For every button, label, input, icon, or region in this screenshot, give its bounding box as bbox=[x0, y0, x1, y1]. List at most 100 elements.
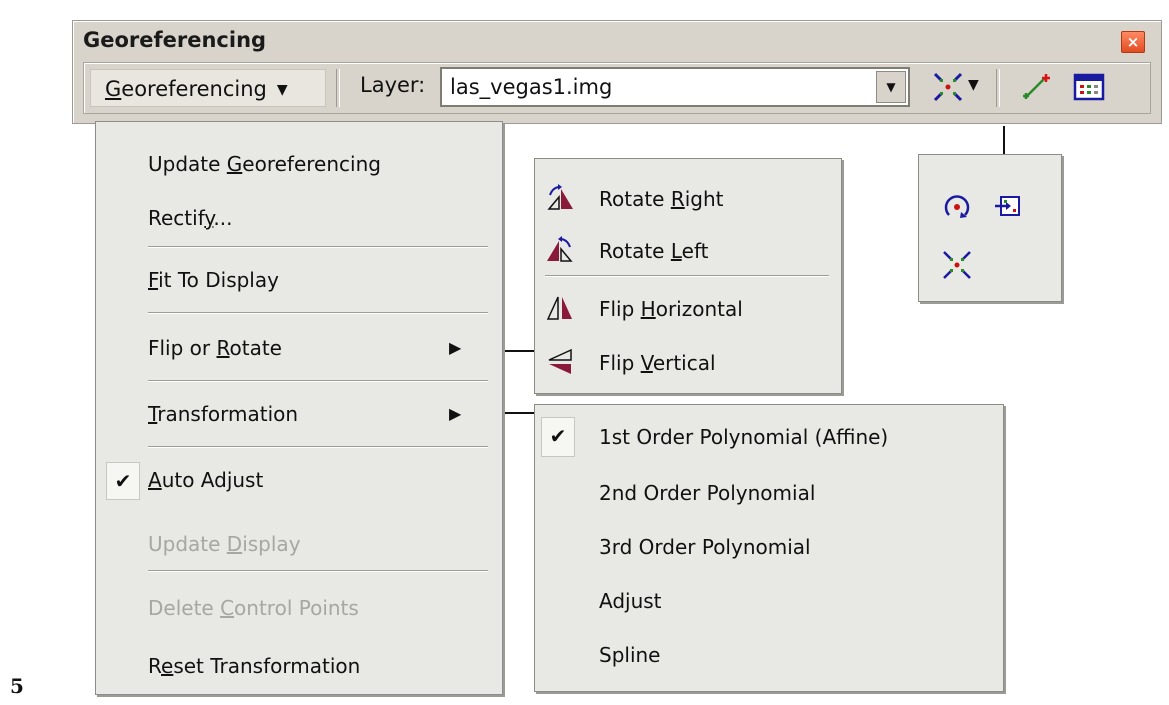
label-part: orizontal bbox=[655, 297, 743, 321]
label-part: Rotate bbox=[599, 239, 671, 263]
label-mnemonic: F bbox=[148, 268, 159, 292]
menu-item-2nd-order-polynomial[interactable]: 2nd Order Polynomial bbox=[535, 467, 1003, 519]
chevron-down-icon: ▼ bbox=[276, 82, 288, 98]
menu-item-label: Fit To Display bbox=[148, 268, 279, 292]
menu-item-flip-vertical[interactable]: Flip Vertical bbox=[535, 337, 841, 389]
label-part: Rectif bbox=[148, 206, 205, 230]
menu-item-rotate-right[interactable]: Rotate Right bbox=[535, 173, 841, 225]
menu-item-update-display: Update Display bbox=[96, 524, 502, 568]
toolbar-separator bbox=[336, 69, 340, 107]
label-mnemonic: H bbox=[640, 297, 656, 321]
menu-item-reset-transformation[interactable]: Reset Transformation bbox=[96, 646, 502, 690]
title-bar: Georeferencing × bbox=[73, 21, 1161, 59]
menu-separator bbox=[148, 570, 488, 572]
menu-item-flip-or-rotate[interactable]: Flip or Rotate ▶ bbox=[96, 328, 502, 372]
menu-item-label: Update Georeferencing bbox=[148, 152, 381, 176]
menu-item-flip-horizontal[interactable]: Flip Horizontal bbox=[535, 283, 841, 335]
label-part: set Transformation bbox=[173, 654, 361, 678]
toolbar-row: Georeferencing ▼ Layer: las_vegas1.img ▼ … bbox=[83, 62, 1151, 114]
menu-item-label: Flip or Rotate bbox=[148, 336, 282, 360]
checkmark-icon: ✔ bbox=[106, 462, 140, 500]
label-part: Flip or bbox=[148, 336, 217, 360]
menu-item-label: Spline bbox=[599, 643, 661, 667]
menu-item-label: Adjust bbox=[599, 589, 662, 613]
label-part: ransformation bbox=[157, 402, 299, 426]
label-part: eoreferencing bbox=[242, 152, 381, 176]
flip-vertical-icon bbox=[548, 348, 572, 374]
label-part: it To Display bbox=[158, 268, 279, 292]
label-part: ertical bbox=[652, 351, 716, 375]
label-mnemonic: D bbox=[226, 532, 243, 556]
label-mnemonic: V bbox=[640, 351, 653, 375]
menu-item-label: Update Display bbox=[148, 532, 301, 556]
label-part: Update bbox=[148, 152, 227, 176]
full-extent-icon[interactable] bbox=[930, 69, 966, 105]
close-icon[interactable]: × bbox=[1121, 31, 1145, 53]
add-control-points-icon[interactable] bbox=[1018, 69, 1054, 105]
layer-label: Layer: bbox=[360, 73, 426, 97]
menu-item-1st-order-polynomial[interactable]: ✔ 1st Order Polynomial (Affine) bbox=[535, 411, 1003, 463]
menu-item-rectify[interactable]: Rectify... bbox=[96, 198, 502, 242]
window-title: Georeferencing bbox=[83, 28, 267, 52]
label-part: uto Adjust bbox=[161, 468, 264, 492]
label-part: R bbox=[148, 654, 161, 678]
menu-item-spline[interactable]: Spline bbox=[535, 629, 1003, 681]
label-mnemonic: L bbox=[670, 239, 682, 263]
georeferencing-dropdown-menu: Update Georeferencing Rectify... Fit To … bbox=[95, 121, 503, 695]
menu-item-transformation[interactable]: Transformation ▶ bbox=[96, 394, 502, 438]
menu-item-3rd-order-polynomial[interactable]: 3rd Order Polynomial bbox=[535, 521, 1003, 573]
shift-icon[interactable] bbox=[993, 193, 1023, 221]
transformation-submenu: ✔ 1st Order Polynomial (Affine) 2nd Orde… bbox=[534, 404, 1004, 692]
menu-item-label: 2nd Order Polynomial bbox=[599, 481, 816, 505]
menu-item-delete-control-points: Delete Control Points bbox=[96, 588, 502, 632]
flip-horizontal-icon bbox=[546, 296, 572, 320]
menu-item-update-georeferencing[interactable]: Update Georeferencing bbox=[96, 144, 502, 188]
label-mnemonic: G bbox=[226, 152, 243, 176]
label-mnemonic: R bbox=[670, 187, 685, 211]
label-part: Rotate bbox=[599, 187, 671, 211]
georeferencing-menu-button[interactable]: Georeferencing ▼ bbox=[90, 69, 326, 107]
menu-item-rotate-left[interactable]: Rotate Left bbox=[535, 225, 841, 277]
rotate-right-icon bbox=[547, 184, 573, 210]
label-part: ight bbox=[684, 187, 724, 211]
menu-item-adjust[interactable]: Adjust bbox=[535, 575, 1003, 627]
label-part: eft bbox=[681, 239, 709, 263]
menu-item-label: Rotate Left bbox=[599, 239, 708, 263]
menu-item-label: 3rd Order Polynomial bbox=[599, 535, 811, 559]
layer-select[interactable]: las_vegas1.img ▼ bbox=[440, 67, 910, 107]
page-number: 5 bbox=[10, 674, 24, 698]
menu-item-label: Transformation bbox=[148, 402, 298, 426]
menu-item-fit-to-display[interactable]: Fit To Display bbox=[96, 260, 502, 304]
flip-rotate-submenu: Rotate Right Rotate Left Flip Horizontal… bbox=[534, 158, 842, 394]
menu-separator bbox=[545, 275, 829, 277]
menu-item-auto-adjust[interactable]: ✔ Auto Adjust bbox=[96, 460, 502, 504]
menu-item-label: Rotate Right bbox=[599, 187, 724, 211]
label-mnemonic: R bbox=[216, 336, 230, 360]
menu-item-label: 1st Order Polynomial (Affine) bbox=[599, 425, 889, 449]
menu-item-label: Auto Adjust bbox=[148, 468, 263, 492]
menu-item-label: Flip Vertical bbox=[599, 351, 716, 375]
submenu-arrow-icon: ▶ bbox=[449, 404, 462, 423]
label-part: ... bbox=[213, 206, 233, 230]
scale-icon[interactable] bbox=[941, 249, 973, 281]
georeferencing-toolbar-window: Georeferencing × Georeferencing ▼ Layer: … bbox=[72, 20, 1162, 124]
checkmark-icon: ✔ bbox=[541, 417, 575, 457]
menu-button-mnemonic: G bbox=[105, 77, 122, 101]
menu-item-label: Flip Horizontal bbox=[599, 297, 743, 321]
label-part: Delete bbox=[148, 596, 221, 620]
menu-separator bbox=[148, 312, 488, 314]
menu-button-label: eoreferencing bbox=[121, 77, 267, 101]
view-link-table-icon[interactable] bbox=[1072, 71, 1108, 107]
rotate-icon[interactable] bbox=[941, 191, 973, 223]
label-part: isplay bbox=[242, 532, 301, 556]
label-part: ontrol Points bbox=[234, 596, 359, 620]
dropdown-arrow-icon[interactable]: ▼ bbox=[876, 71, 906, 103]
toolbar-separator bbox=[996, 69, 1000, 107]
menu-item-label: Delete Control Points bbox=[148, 596, 359, 620]
label-mnemonic: C bbox=[220, 596, 235, 620]
connector-line bbox=[1003, 126, 1005, 156]
menu-separator bbox=[148, 246, 488, 248]
submenu-arrow-icon: ▶ bbox=[449, 338, 462, 357]
menu-separator bbox=[148, 446, 488, 448]
tool-dropdown-arrow-icon[interactable]: ▼ bbox=[968, 77, 979, 93]
